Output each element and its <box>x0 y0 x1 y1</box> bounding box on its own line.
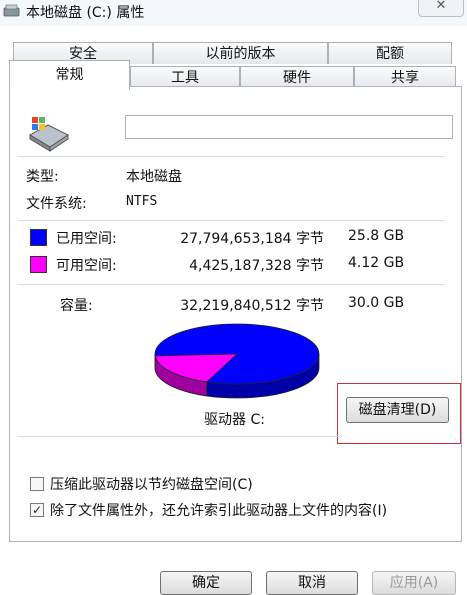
index-label: 除了文件属性外，还允许索引此驱动器上文件的内容(I) <box>50 503 388 519</box>
divider <box>18 156 444 157</box>
used-space-bytes: 27,794,653,184 字节 <box>180 231 324 247</box>
ok-button[interactable]: 确定 <box>160 571 252 595</box>
divider <box>18 436 342 437</box>
used-space-size: 25.8 GB <box>348 228 405 244</box>
apply-button[interactable]: 应用(A) <box>372 571 456 595</box>
window-title: 本地磁盘 (C:) 属性 <box>26 5 145 21</box>
tab-tools[interactable]: 工具 <box>130 66 240 88</box>
drive-icon <box>3 4 20 17</box>
disk-cleanup-button[interactable]: 磁盘清理(D) <box>346 397 449 423</box>
free-space-size: 4.12 GB <box>348 255 405 271</box>
tab-sharing[interactable]: 共享 <box>354 66 456 88</box>
divider <box>18 284 444 285</box>
type-label: 类型: <box>26 169 59 185</box>
capacity-size: 30.0 GB <box>348 295 405 311</box>
used-space-label: 已用空间: <box>56 231 117 247</box>
used-space-swatch <box>30 229 47 246</box>
filesystem-label: 文件系统: <box>26 196 87 212</box>
tab-general[interactable]: 常规 <box>9 60 130 90</box>
tab-quota[interactable]: 配额 <box>328 42 452 64</box>
close-icon: ✕ <box>435 0 447 13</box>
compress-label: 压缩此驱动器以节约磁盘空间(C) <box>50 477 253 493</box>
type-value: 本地磁盘 <box>126 169 182 185</box>
divider <box>18 220 444 221</box>
volume-label-input[interactable] <box>125 115 453 139</box>
free-space-label: 可用空间: <box>56 258 117 274</box>
filesystem-value: NTFS <box>126 194 158 209</box>
capacity-label: 容量: <box>60 298 93 314</box>
index-checkbox[interactable]: ✓ <box>30 503 44 517</box>
close-button[interactable]: ✕ <box>418 0 464 17</box>
disk-usage-pie <box>154 323 320 399</box>
title-bar: 本地磁盘 (C:) 属性 ✕ <box>0 0 467 26</box>
drive-label: 驱动器 C: <box>204 412 265 428</box>
compress-checkbox[interactable] <box>30 477 44 491</box>
checkmark-icon: ✓ <box>31 503 43 517</box>
free-space-bytes: 4,425,187,328 字节 <box>189 258 324 274</box>
hard-drive-icon <box>29 117 69 152</box>
cancel-button[interactable]: 取消 <box>266 571 358 595</box>
capacity-bytes: 32,219,840,512 字节 <box>180 298 324 314</box>
tab-hardware[interactable]: 硬件 <box>240 66 354 88</box>
tab-previous-versions[interactable]: 以前的版本 <box>153 42 328 64</box>
free-space-swatch <box>30 256 47 273</box>
